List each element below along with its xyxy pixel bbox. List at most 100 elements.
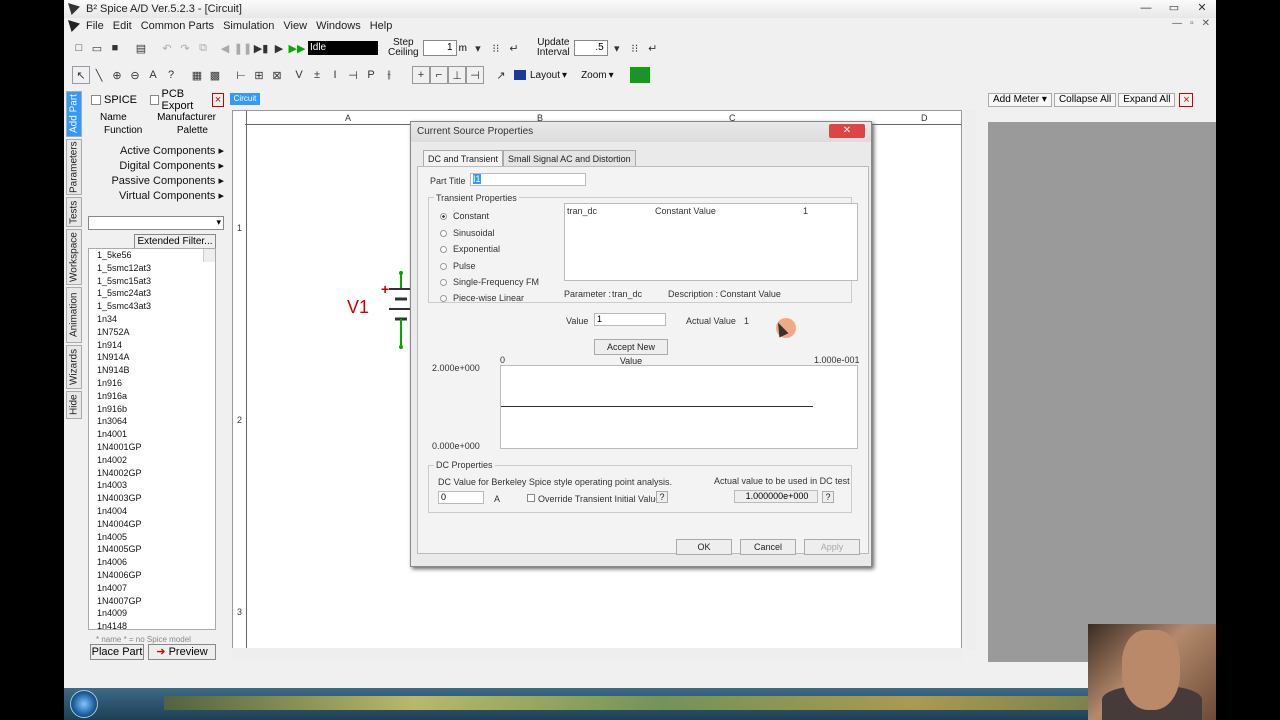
- parts-list[interactable]: 1_5ke56 1_5smc12at3 1_5smc15at3 1_5smc24…: [88, 248, 216, 630]
- parts-scrollbar[interactable]: [203, 249, 215, 262]
- spinner-icon[interactable]: ⁝⁝: [487, 39, 505, 57]
- tab-palette[interactable]: Palette: [177, 125, 208, 136]
- help-icon[interactable]: ?: [822, 491, 834, 503]
- undo-icon[interactable]: ↶: [158, 39, 176, 57]
- tab-small-signal[interactable]: Small Signal AC and Distortion: [503, 150, 636, 166]
- open-folder-icon[interactable]: ▭: [88, 39, 106, 57]
- resistor-probe-icon[interactable]: ⊣: [344, 66, 362, 84]
- mdi-minimize-button[interactable]: —: [1172, 18, 1182, 29]
- dialog-close-button[interactable]: ✕: [829, 124, 865, 138]
- list-item[interactable]: 1N914B: [89, 364, 215, 377]
- list-item[interactable]: 1n916a: [89, 390, 215, 403]
- copy-icon[interactable]: ⧉: [194, 39, 212, 57]
- text-icon[interactable]: A: [144, 66, 162, 84]
- tab-workspace[interactable]: Workspace: [66, 229, 82, 285]
- list-item[interactable]: 1N4007GP: [89, 595, 215, 608]
- new-file-icon[interactable]: □: [70, 39, 88, 57]
- fast-run-icon[interactable]: ▶▶: [288, 39, 306, 57]
- spice-checkbox[interactable]: [91, 95, 101, 105]
- ok-button[interactable]: OK: [676, 539, 732, 555]
- step-icon[interactable]: ▶▮: [252, 39, 270, 57]
- radio-single-frequency-fm[interactable]: Single-Frequency FM: [440, 277, 539, 287]
- list-item[interactable]: 1_5smc24at3: [89, 287, 215, 300]
- add-meter-button[interactable]: Add Meter ▾: [988, 93, 1052, 107]
- run-icon[interactable]: ▶: [270, 39, 288, 57]
- list-item[interactable]: 1N4004GP: [89, 518, 215, 531]
- help-icon[interactable]: ?: [656, 491, 668, 503]
- align-left-icon[interactable]: ⌐: [430, 66, 448, 84]
- list-item[interactable]: 1n4006: [89, 556, 215, 569]
- category-active-components[interactable]: Active Components ▸: [88, 144, 224, 159]
- pcb-export-toggle[interactable]: PCB Export: [147, 88, 208, 112]
- tab-dc-transient[interactable]: DC and Transient: [423, 150, 504, 166]
- maximize-button[interactable]: ▭: [1160, 0, 1188, 16]
- menu-windows[interactable]: Windows: [316, 20, 370, 32]
- radio-pulse[interactable]: Pulse: [440, 261, 476, 271]
- current-icon[interactable]: I: [326, 66, 344, 84]
- list-item[interactable]: 1_5smc15at3: [89, 275, 215, 288]
- tab-animation[interactable]: Animation: [66, 287, 82, 343]
- radio-exponential[interactable]: Exponential: [440, 244, 500, 254]
- zoom-in-icon[interactable]: ⊕: [108, 66, 126, 84]
- step-unit[interactable]: m: [459, 43, 467, 54]
- preview-button[interactable]: ➜ Preview: [148, 644, 216, 660]
- list-item[interactable]: 1n914: [89, 339, 215, 352]
- apply-button[interactable]: Apply: [804, 539, 860, 555]
- part-search-combo[interactable]: ▾: [88, 216, 224, 230]
- accept-new-value-button[interactable]: Accept New Value: [594, 339, 668, 366]
- dropdown-arrow-icon[interactable]: ▾: [608, 39, 626, 57]
- test-point-icon[interactable]: ⊞: [250, 66, 268, 84]
- ammeter-icon[interactable]: ±: [308, 66, 326, 84]
- list-item[interactable]: 1N4002GP: [89, 467, 215, 480]
- enter-icon[interactable]: ↵: [644, 39, 662, 57]
- category-virtual-components[interactable]: Virtual Components ▸: [88, 189, 224, 204]
- capacitor-icon[interactable]: ⫲: [380, 66, 398, 84]
- part-title-input[interactable]: I1: [470, 173, 586, 186]
- redo-icon[interactable]: ↷: [176, 39, 194, 57]
- tab-name[interactable]: Name: [100, 112, 127, 123]
- list-item[interactable]: 1N4006GP: [89, 569, 215, 582]
- add-box-icon[interactable]: +: [412, 66, 430, 84]
- list-item[interactable]: 1n4007: [89, 582, 215, 595]
- close-icon[interactable]: ×: [1179, 93, 1194, 107]
- help-pointer-icon[interactable]: ?: [162, 66, 180, 84]
- list-item[interactable]: 1n4001: [89, 428, 215, 441]
- list-item[interactable]: 1N4001GP: [89, 441, 215, 454]
- list-item[interactable]: 1N752A: [89, 326, 215, 339]
- value-input[interactable]: 1: [594, 313, 666, 326]
- list-item[interactable]: 1n916: [89, 377, 215, 390]
- align-right-icon[interactable]: ⊣: [466, 66, 484, 84]
- tab-circuit[interactable]: Circuit: [230, 93, 260, 105]
- tab-wizards[interactable]: Wizards: [66, 345, 82, 389]
- radio-piecewise-linear[interactable]: Piece-wise Linear: [440, 293, 524, 303]
- step-back-icon[interactable]: ◀: [216, 39, 234, 57]
- tab-manufacturer[interactable]: Manufacturer: [157, 112, 216, 123]
- horizontal-scrollbar[interactable]: [232, 648, 962, 660]
- tab-parameters[interactable]: Parameters: [66, 139, 82, 195]
- collapse-all-button[interactable]: Collapse All: [1053, 93, 1117, 107]
- place-part-button[interactable]: Place Part: [90, 644, 144, 660]
- layout-menu[interactable]: Layout ▾: [510, 66, 571, 84]
- step-ceiling-input[interactable]: 1: [422, 40, 457, 56]
- enter-icon[interactable]: ↵: [505, 39, 523, 57]
- mdi-close-button[interactable]: ✕: [1202, 18, 1210, 29]
- category-passive-components[interactable]: Passive Components ▸: [88, 174, 224, 189]
- list-item[interactable]: 1_5smc43at3: [89, 300, 215, 313]
- grid-snap-icon[interactable]: ▩: [206, 66, 224, 84]
- menu-edit[interactable]: Edit: [113, 20, 141, 32]
- cancel-button[interactable]: Cancel: [740, 539, 796, 555]
- menu-simulation[interactable]: Simulation: [223, 20, 283, 32]
- tab-add-part[interactable]: Add Part: [66, 91, 82, 137]
- list-item[interactable]: 1n4003: [89, 479, 215, 492]
- probe-icon[interactable]: ⊠: [268, 66, 286, 84]
- list-item[interactable]: 1_5ke56: [89, 249, 215, 262]
- override-checkbox[interactable]: [527, 494, 535, 502]
- list-item[interactable]: 1n916b: [89, 403, 215, 416]
- align-bottom-icon[interactable]: ⊥: [448, 66, 466, 84]
- list-item[interactable]: 1n34: [89, 313, 215, 326]
- mdi-restore-button[interactable]: ▫: [1190, 18, 1194, 29]
- oscilloscope-icon[interactable]: [629, 67, 650, 83]
- spice-toggle[interactable]: SPICE: [88, 94, 137, 106]
- list-item[interactable]: 1n4148: [89, 620, 215, 629]
- list-item[interactable]: 1_5smc12at3: [89, 262, 215, 275]
